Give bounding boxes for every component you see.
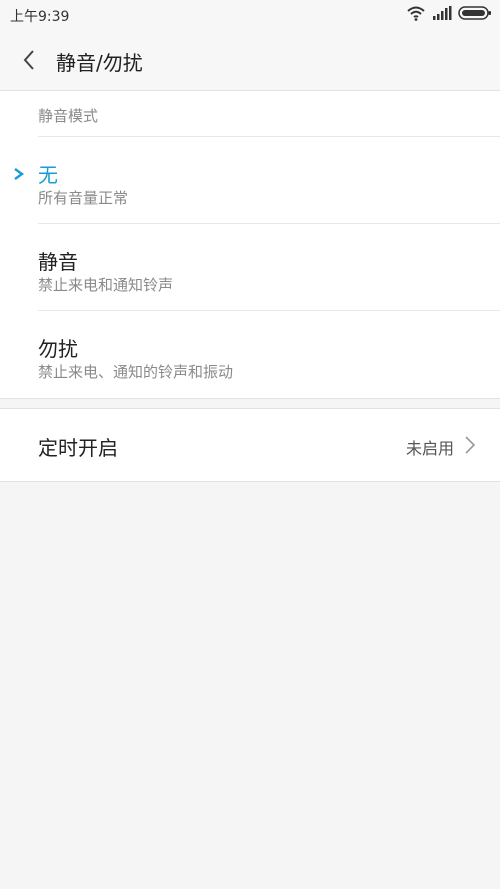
option-title: 静音	[38, 250, 78, 274]
chevron-right-icon	[465, 436, 476, 454]
back-button[interactable]	[12, 44, 46, 76]
signal-icon	[432, 5, 452, 25]
scheduled-enable-row[interactable]: 定时开启 未启用	[0, 408, 500, 482]
option-none[interactable]: 无 所有音量正常	[0, 137, 500, 223]
status-bar: 上午9:39	[0, 0, 500, 30]
top-app-bar: 静音/勿扰	[0, 30, 500, 91]
schedule-label: 定时开启	[38, 436, 118, 460]
silent-mode-panel: 静音模式 无 所有音量正常 静音 禁止来电和通知铃声 勿扰 禁止来电、通知的铃声…	[0, 91, 500, 399]
option-subtitle: 禁止来电和通知铃声	[38, 276, 174, 294]
battery-icon	[458, 5, 492, 25]
status-icons	[406, 6, 492, 24]
option-subtitle: 所有音量正常	[38, 189, 129, 207]
status-time: 上午9:39	[10, 9, 70, 25]
wifi-icon	[406, 5, 426, 25]
page-title: 静音/勿扰	[56, 51, 143, 75]
selected-check-icon	[14, 168, 25, 180]
option-title: 无	[38, 163, 58, 187]
option-subtitle: 禁止来电、通知的铃声和振动	[38, 363, 234, 381]
section-label: 静音模式	[38, 107, 99, 125]
option-silent[interactable]: 静音 禁止来电和通知铃声	[0, 224, 500, 310]
option-title: 勿扰	[38, 337, 78, 361]
option-do-not-disturb[interactable]: 勿扰 禁止来电、通知的铃声和振动	[0, 311, 500, 397]
schedule-status: 未启用	[405, 439, 454, 458]
back-arrow-icon	[23, 50, 34, 70]
